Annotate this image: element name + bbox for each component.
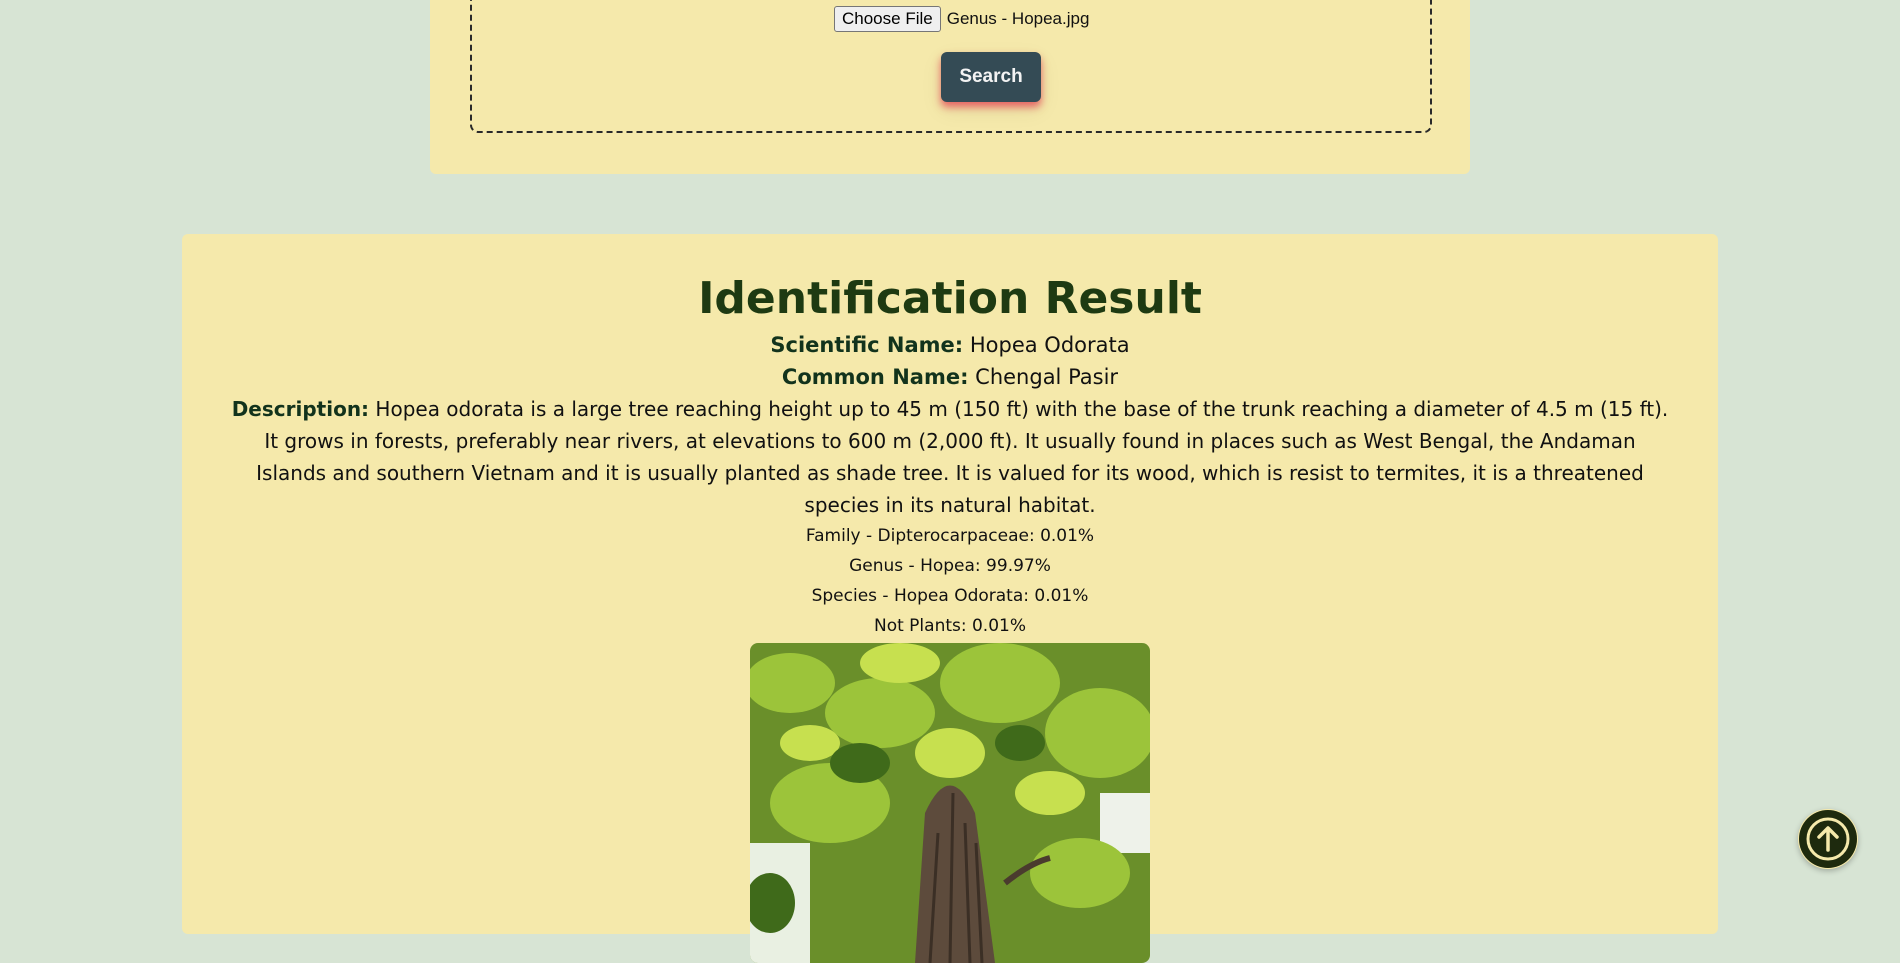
scientific-name-row: Scientific Name: Hopea Odorata	[182, 329, 1718, 361]
common-name-row: Common Name: Chengal Pasir	[182, 361, 1718, 393]
tree-photo-illustration	[750, 643, 1150, 963]
result-title: Identification Result	[698, 273, 1202, 324]
description-text: Hopea odorata is a large tree reaching h…	[256, 397, 1669, 518]
result-card: Identification Result Scientific Name: H…	[182, 234, 1718, 963]
probability-family: Family - Dipterocarpaceae: 0.01%	[805, 526, 1095, 547]
scientific-name-value: Hopea Odorata	[969, 333, 1130, 358]
description-label: Description:	[231, 397, 370, 422]
upload-card: Choose File Genus - Hopea.jpg Search	[430, 0, 1470, 174]
probability-genus: Genus - Hopea: 99.97%	[849, 556, 1051, 577]
selected-file-name: Genus - Hopea.jpg	[946, 9, 1090, 28]
common-name-value: Chengal Pasir	[975, 365, 1119, 390]
description: Description: Hopea odorata is a large tr…	[182, 393, 1718, 521]
scientific-name-label: Scientific Name:	[770, 333, 964, 358]
probability-not-plants: Not Plants: 0.01%	[873, 616, 1026, 637]
probability-species: Species - Hopea Odorata: 0.01%	[811, 586, 1089, 607]
upload-dropzone[interactable]: Choose File Genus - Hopea.jpg Search	[470, 0, 1432, 133]
choose-file-button[interactable]: Choose File	[834, 6, 941, 32]
file-input[interactable]: Choose File Genus - Hopea.jpg	[834, 6, 1089, 32]
plant-photo	[750, 643, 1150, 963]
search-button[interactable]: Search	[941, 52, 1041, 102]
common-name-label: Common Name:	[781, 365, 969, 390]
scroll-to-top-button[interactable]	[1798, 809, 1858, 869]
arrow-up-circle-icon	[1799, 810, 1857, 868]
